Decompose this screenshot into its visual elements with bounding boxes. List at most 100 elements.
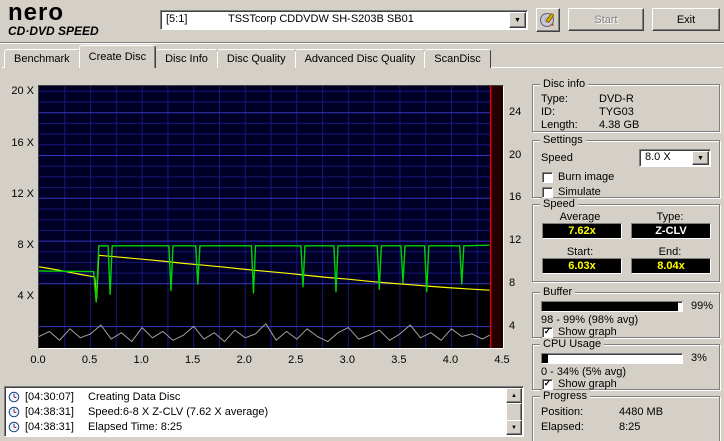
- right-axis-tick: 16: [509, 191, 529, 203]
- progress-panel: Progress Position:4480 MB Elapsed:8:25: [532, 396, 720, 441]
- panel-title: CPU Usage: [540, 338, 604, 350]
- write-type-display: Z-CLV: [631, 223, 711, 239]
- checkbox-box: ✓: [542, 327, 553, 338]
- checkbox-box: ✓: [542, 187, 553, 198]
- speed-panel: Speed Average Type: 7.62x Z-CLV Start: E…: [532, 204, 720, 282]
- disc-info-panel: Disc info Type:DVD-R ID:TYG03 Length:4.3…: [532, 84, 720, 132]
- right-axis-tick: 8: [509, 277, 529, 289]
- position-label: Position:: [541, 405, 619, 420]
- right-axis-tick: 12: [509, 234, 529, 246]
- disc-id-value: TYG03: [599, 106, 634, 119]
- exit-button[interactable]: Exit: [652, 8, 720, 31]
- x-axis-tick: 2.0: [233, 354, 255, 366]
- buffer-show-graph-checkbox[interactable]: ✓ Show graph: [542, 325, 617, 339]
- panel-title: Buffer: [540, 286, 575, 298]
- cpu-show-graph-checkbox[interactable]: ✓ Show graph: [542, 377, 617, 391]
- speed-selector[interactable]: 8.0 X ▼: [639, 149, 711, 167]
- clock-icon: [8, 421, 20, 433]
- scroll-up-icon: ▲: [511, 393, 517, 399]
- disc-id-label: ID:: [541, 106, 599, 119]
- chevron-down-icon[interactable]: ▼: [509, 12, 526, 28]
- x-axis-tick: 4.0: [439, 354, 461, 366]
- buffer-percent: 99%: [691, 300, 713, 312]
- checkbox-box: ✓: [542, 172, 553, 183]
- chevron-glyph: ▼: [514, 12, 521, 29]
- disc-id-row: ID:TYG03: [533, 106, 719, 119]
- cpu-usage-panel: CPU Usage 3% 0 - 34% (5% avg) ✓ Show gra…: [532, 344, 720, 390]
- position-end-band: [491, 86, 503, 348]
- checkbox-label: Show graph: [558, 378, 617, 390]
- check-icon: ✓: [544, 379, 552, 388]
- speed-setting-label: Speed: [541, 152, 573, 164]
- tab-scandisc[interactable]: ScanDisc: [424, 49, 490, 68]
- elapsed-row: Elapsed:8:25: [533, 420, 719, 435]
- log-scrollbar[interactable]: ▲ ▼: [506, 388, 522, 435]
- log-entry: [04:38:31] Elapsed Time: 8:25: [8, 419, 504, 434]
- cpu-usage-bar: [541, 353, 683, 364]
- log-message: Creating Data Disc: [88, 391, 180, 403]
- checkbox-box: ✓: [542, 379, 553, 390]
- elapsed-value: 8:25: [619, 420, 640, 435]
- chevron-down-icon[interactable]: ▼: [692, 151, 709, 165]
- nero-logo: nero CD·DVD SPEED: [8, 1, 153, 38]
- disc-type-value: DVD-R: [599, 93, 634, 106]
- checkbox-label: Simulate: [558, 186, 601, 198]
- scroll-up-button[interactable]: ▲: [506, 388, 522, 403]
- end-label: End:: [627, 246, 713, 258]
- left-axis-tick: 12 X: [4, 188, 34, 200]
- clock-icon: [8, 406, 20, 418]
- speed-chart: 20 X16 X12 X8 X4 X24201612840.00.51.01.5…: [4, 78, 530, 378]
- start-label: Start:: [537, 246, 623, 258]
- x-axis-tick: 0.5: [79, 354, 101, 366]
- check-icon: ✓: [544, 327, 552, 336]
- cpu-usage-fill: [542, 354, 548, 363]
- logo-text: nero: [8, 1, 153, 25]
- elapsed-label: Elapsed:: [541, 420, 619, 435]
- checkbox-label: Burn image: [558, 171, 614, 183]
- chevron-glyph: ▼: [697, 151, 704, 166]
- cpu-percent: 3%: [691, 352, 707, 364]
- tab-benchmark[interactable]: Benchmark: [4, 49, 80, 68]
- start-button[interactable]: Start: [568, 8, 644, 31]
- disc-write-icon: [539, 11, 557, 29]
- average-speed-display: 7.62x: [542, 223, 622, 239]
- x-axis-tick: 2.5: [285, 354, 307, 366]
- simulate-checkbox[interactable]: ✓ Simulate: [542, 185, 614, 199]
- speed-selected-value: 8.0 X: [645, 151, 671, 163]
- disc-length-value: 4.38 GB: [599, 119, 639, 132]
- tab-bar: BenchmarkCreate DiscDisc InfoDisc Qualit…: [4, 45, 490, 68]
- burn-image-checkbox[interactable]: ✓ Burn image: [542, 170, 614, 184]
- drive-selector[interactable]: [5:1]TSSTcorp CDDVDW SH-S203B SB01 ▼: [160, 10, 528, 30]
- log-entry: [04:38:31]Speed:6-8 X Z-CLV (7.62 X aver…: [8, 404, 504, 419]
- chart-plot: [38, 85, 504, 349]
- checkbox-label: Show graph: [558, 326, 617, 338]
- burn-options-button[interactable]: [536, 8, 560, 32]
- panel-title: Speed: [540, 198, 578, 210]
- x-axis-tick: 1.0: [130, 354, 152, 366]
- event-log: [04:30:07]Creating Data Disc[04:38:31]Sp…: [4, 386, 524, 437]
- buffer-panel: Buffer 99% 98 - 99% (98% avg) ✓ Show gra…: [532, 292, 720, 338]
- tab-disc-quality[interactable]: Disc Quality: [217, 49, 296, 68]
- left-axis-tick: 4 X: [4, 290, 34, 302]
- average-label: Average: [537, 211, 623, 223]
- left-axis-tick: 8 X: [4, 239, 34, 251]
- x-axis-tick: 4.5: [491, 354, 513, 366]
- x-axis-tick: 3.0: [336, 354, 358, 366]
- disc-length-row: Length:4.38 GB: [533, 119, 719, 132]
- scroll-down-button[interactable]: ▼: [506, 420, 522, 435]
- log-message: Elapsed Time: 8:25: [88, 421, 182, 433]
- panel-title: Progress: [540, 390, 590, 402]
- right-axis-tick: 4: [509, 320, 529, 332]
- log-timestamp: [04:38:31]: [25, 421, 83, 433]
- end-speed-display: 8.04x: [631, 258, 711, 274]
- tab-create-disc[interactable]: Create Disc: [79, 45, 156, 68]
- left-axis-tick: 16 X: [4, 137, 34, 149]
- panel-title: Settings: [540, 134, 586, 146]
- x-axis-tick: 3.5: [388, 354, 410, 366]
- tab-advanced-disc-quality[interactable]: Advanced Disc Quality: [295, 49, 426, 68]
- x-axis-tick: 0.0: [27, 354, 49, 366]
- log-timestamp: [04:38:31]: [25, 406, 83, 418]
- buffer-level-fill: [542, 302, 678, 311]
- tab-disc-info[interactable]: Disc Info: [155, 49, 218, 68]
- right-axis-tick: 20: [509, 149, 529, 161]
